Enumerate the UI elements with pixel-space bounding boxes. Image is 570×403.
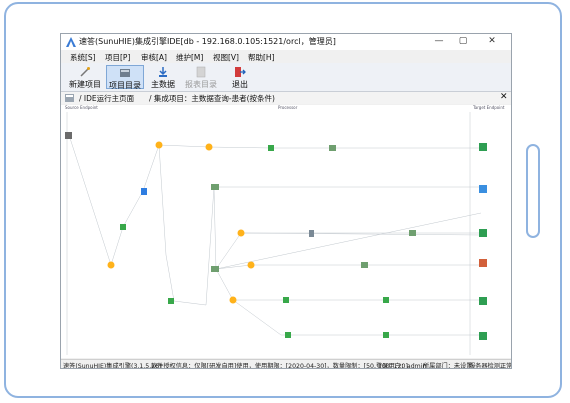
app-window: 速答(SunuHIE)集成引擎IDE[db - 192.168.0.105:15… bbox=[60, 33, 512, 369]
flow-canvas[interactable]: Source Endpoint Processor Target Endpoin… bbox=[61, 105, 511, 358]
master-data-button[interactable]: 主数据 bbox=[149, 65, 177, 89]
report-catalog-button[interactable]: 报表目录 bbox=[182, 65, 220, 89]
device-side-button[interactable] bbox=[526, 144, 540, 238]
menu-bar: 系统[S] 项目[P] 审核[A] 维护[M] 视图[V] 帮助[H] bbox=[61, 51, 511, 62]
tab-list-icon[interactable] bbox=[65, 94, 74, 102]
status-user: 登录用户：admin bbox=[376, 363, 427, 369]
status-dept: 所属部门：未设置 bbox=[423, 363, 473, 369]
status-bar: 速答(SunuHIE)集成引擎(3.1.5.26) 软件授权信息：仅限[研发自用… bbox=[61, 359, 512, 369]
toolbar: 新建项目 项目目录 主数据 报表目录 退出 bbox=[61, 63, 511, 92]
status-engine: 速答(SunuHIE)集成引擎(3.1.5.26) bbox=[63, 363, 162, 369]
maximize-button[interactable]: ▢ bbox=[453, 35, 473, 48]
exit-label: 退出 bbox=[232, 80, 248, 89]
flow-diagram bbox=[65, 112, 487, 355]
tab-bar: / IDE运行主页面 / 集成项目：主数据查询-患者(按条件) ✕ bbox=[61, 92, 511, 104]
processor-nodes bbox=[107, 141, 255, 304]
project-catalog-icon bbox=[120, 69, 130, 77]
window-title: 速答(SunuHIE)集成引擎IDE[db - 192.168.0.105:15… bbox=[79, 37, 336, 46]
status-license: 软件授权信息：仅限[研发自用]使用，使用期限：[2020-04-30]，数量限制… bbox=[151, 363, 408, 369]
tab-close-icon[interactable]: ✕ bbox=[500, 92, 508, 102]
title-bar: 速答(SunuHIE)集成引擎IDE[db - 192.168.0.105:15… bbox=[61, 34, 511, 50]
tab-integration-project-label: 集成项目：主数据查询-患者(按条件) bbox=[153, 94, 275, 103]
menu-help[interactable]: 帮助[H] bbox=[248, 52, 275, 63]
tab-ide-home[interactable]: / IDE运行主页面 bbox=[79, 93, 134, 103]
master-data-icon bbox=[159, 67, 167, 77]
status-server: 服务器检测正常 bbox=[469, 363, 512, 369]
blue-nodes bbox=[65, 132, 416, 272]
app-logo-icon bbox=[66, 37, 76, 47]
green-nodes bbox=[120, 145, 389, 338]
report-catalog-label: 报表目录 bbox=[185, 80, 217, 89]
tab-ide-home-label: IDE运行主页面 bbox=[83, 94, 135, 103]
menu-maintain[interactable]: 维护[M] bbox=[176, 52, 203, 63]
master-data-label: 主数据 bbox=[151, 80, 175, 89]
project-catalog-button[interactable]: 项目目录 bbox=[106, 65, 144, 90]
new-project-label: 新建项目 bbox=[69, 80, 101, 89]
minimize-button[interactable]: — bbox=[429, 35, 449, 48]
exit-button[interactable]: 退出 bbox=[227, 65, 253, 89]
target-nodes bbox=[479, 143, 487, 340]
close-button[interactable]: ✕ bbox=[482, 35, 502, 48]
menu-project[interactable]: 项目[P] bbox=[105, 52, 130, 63]
menu-audit[interactable]: 审核[A] bbox=[141, 52, 167, 63]
new-project-button[interactable]: 新建项目 bbox=[67, 65, 103, 89]
new-project-icon bbox=[80, 67, 90, 77]
report-catalog-icon bbox=[196, 66, 206, 78]
tab-integration-project[interactable]: / 集成项目：主数据查询-患者(按条件) bbox=[149, 93, 275, 103]
exit-icon bbox=[235, 67, 246, 77]
project-catalog-label: 项目目录 bbox=[109, 81, 141, 90]
menu-system[interactable]: 系统[S] bbox=[70, 52, 96, 63]
menu-view[interactable]: 视图[V] bbox=[213, 52, 239, 63]
